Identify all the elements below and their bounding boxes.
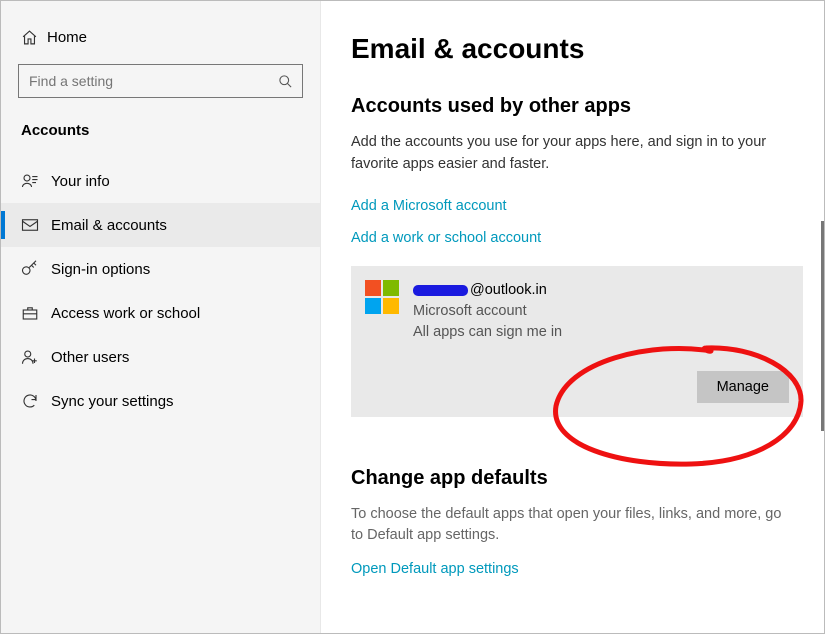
- sidebar-item-sync-settings[interactable]: Sync your settings: [1, 379, 320, 423]
- manage-button[interactable]: Manage: [697, 371, 789, 403]
- search-box[interactable]: [18, 64, 303, 98]
- sidebar-item-label: Sign-in options: [51, 261, 150, 278]
- sidebar-item-other-users[interactable]: Other users: [1, 335, 320, 379]
- account-email: @outlook.in: [413, 280, 562, 301]
- sidebar-item-label: Your info: [51, 173, 110, 190]
- add-microsoft-account-link[interactable]: Add a Microsoft account: [351, 198, 794, 214]
- sidebar-item-label: Access work or school: [51, 305, 200, 322]
- redacted-email-prefix: [413, 285, 468, 296]
- section-defaults-desc: To choose the default apps that open you…: [351, 504, 791, 548]
- sidebar-item-email-accounts[interactable]: Email & accounts: [1, 203, 320, 247]
- page-title: Email & accounts: [351, 33, 794, 65]
- sidebar-item-your-info[interactable]: Your info: [1, 159, 320, 203]
- section-accounts-title: Accounts used by other apps: [351, 95, 794, 118]
- account-email-suffix: @outlook.in: [470, 280, 547, 301]
- person-plus-icon: [21, 348, 51, 366]
- sidebar-item-access-work-school[interactable]: Access work or school: [1, 291, 320, 335]
- home-label: Home: [47, 29, 87, 46]
- briefcase-icon: [21, 304, 51, 322]
- key-icon: [21, 260, 51, 278]
- sidebar-item-label: Email & accounts: [51, 217, 167, 234]
- sidebar-item-label: Other users: [51, 349, 129, 366]
- home-nav[interactable]: Home: [1, 23, 320, 64]
- account-card[interactable]: @outlook.in Microsoft account All apps c…: [351, 266, 803, 417]
- add-work-school-account-link[interactable]: Add a work or school account: [351, 230, 794, 246]
- account-type: Microsoft account: [413, 301, 562, 322]
- home-icon: [21, 29, 47, 46]
- mail-icon: [21, 216, 51, 234]
- section-defaults-title: Change app defaults: [351, 467, 794, 490]
- content-area: Email & accounts Accounts used by other …: [321, 1, 824, 633]
- person-card-icon: [21, 172, 51, 190]
- search-icon: [268, 74, 302, 89]
- open-default-apps-link[interactable]: Open Default app settings: [351, 561, 794, 577]
- category-title: Accounts: [1, 116, 320, 159]
- sync-icon: [21, 392, 51, 410]
- microsoft-logo-icon: [365, 280, 399, 314]
- sidebar-item-signin-options[interactable]: Sign-in options: [1, 247, 320, 291]
- sidebar: Home Accounts Your info: [1, 1, 321, 633]
- scrollbar[interactable]: [821, 221, 824, 431]
- account-status: All apps can sign me in: [413, 322, 562, 343]
- sidebar-item-label: Sync your settings: [51, 393, 174, 410]
- search-input[interactable]: [19, 73, 268, 89]
- section-accounts-desc: Add the accounts you use for your apps h…: [351, 132, 771, 176]
